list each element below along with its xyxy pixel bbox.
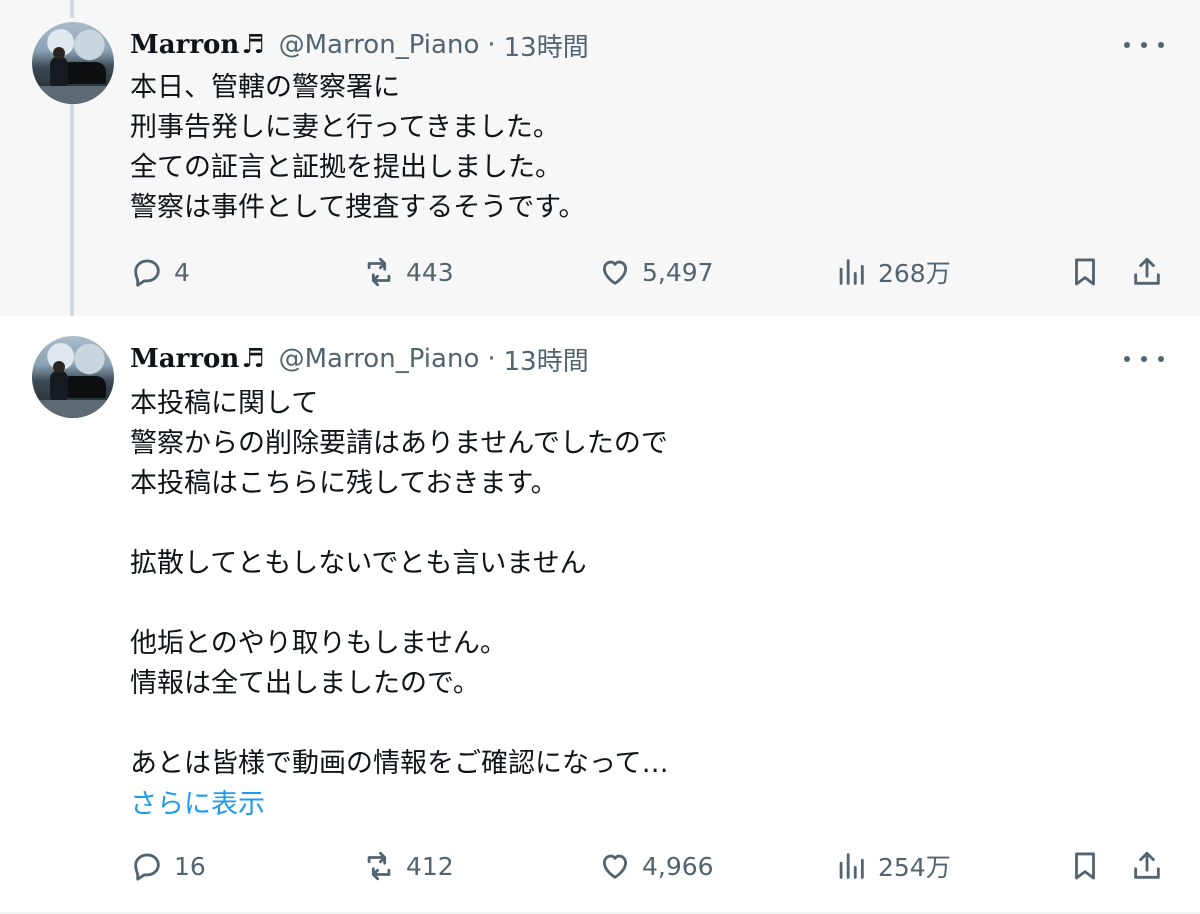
thread-line bbox=[70, 0, 74, 18]
separator-dot: · bbox=[487, 344, 496, 374]
avatar[interactable] bbox=[32, 22, 114, 104]
tweet-header: Marron ♬ @Marron_Piano · 13時間 bbox=[130, 27, 589, 64]
action-bar: 4 443 5,497 268万 bbox=[130, 252, 1170, 292]
bookmark-button[interactable] bbox=[1068, 846, 1102, 886]
reply-icon bbox=[134, 853, 160, 881]
views-count: 268万 bbox=[878, 259, 951, 288]
more-icon[interactable] bbox=[1124, 344, 1164, 374]
music-note-icon: ♬ bbox=[241, 30, 265, 60]
tweet[interactable]: Marron ♬ @Marron_Piano · 13時間 本日、管轄の警察署に… bbox=[0, 0, 1200, 328]
tweet-text: 本日、管轄の警察署に 刑事告発しに妻と行ってきました。 全ての証言と証拠を提出し… bbox=[130, 72, 586, 223]
tweet-text: 本投稿に関して 警察からの削除要請はありませんでしたので 本投稿はこちらに残して… bbox=[130, 388, 669, 779]
retweet-count: 443 bbox=[406, 257, 454, 287]
tweet-header: Marron ♬ @Marron_Piano · 13時間 bbox=[130, 341, 589, 378]
reply-icon bbox=[134, 259, 160, 287]
action-bar: 16 412 4,966 254万 bbox=[130, 846, 1170, 886]
author-handle[interactable]: @Marron_Piano bbox=[279, 30, 480, 60]
retweet-button[interactable]: 443 bbox=[362, 252, 454, 292]
bookmark-icon bbox=[1075, 258, 1095, 286]
like-button[interactable]: 4,966 bbox=[598, 846, 714, 886]
author-name[interactable]: Marron bbox=[130, 30, 239, 60]
retweet-button[interactable]: 412 bbox=[362, 846, 454, 886]
like-count: 5,497 bbox=[642, 257, 714, 287]
show-more-link[interactable]: さらに表示 bbox=[130, 782, 265, 821]
share-button[interactable] bbox=[1130, 846, 1164, 886]
like-icon bbox=[602, 854, 628, 879]
reply-count: 16 bbox=[174, 851, 206, 881]
bookmark-button[interactable] bbox=[1068, 252, 1102, 292]
like-button[interactable]: 5,497 bbox=[598, 252, 714, 292]
views-icon bbox=[839, 853, 864, 879]
share-button[interactable] bbox=[1130, 252, 1164, 292]
bookmark-icon bbox=[1075, 852, 1095, 880]
views-button[interactable]: 268万 bbox=[834, 252, 951, 292]
views-count: 254万 bbox=[878, 853, 951, 882]
timestamp[interactable]: 13時間 bbox=[504, 341, 589, 378]
like-icon bbox=[602, 260, 628, 285]
music-note-icon: ♬ bbox=[241, 344, 265, 374]
views-button[interactable]: 254万 bbox=[834, 846, 951, 886]
author-name[interactable]: Marron bbox=[130, 344, 239, 374]
author-handle[interactable]: @Marron_Piano bbox=[279, 344, 480, 374]
reply-button[interactable]: 4 bbox=[130, 252, 190, 292]
share-icon bbox=[1134, 257, 1160, 285]
views-icon bbox=[839, 259, 864, 285]
thread-line bbox=[70, 104, 74, 328]
retweet-icon bbox=[367, 851, 391, 881]
retweet-count: 412 bbox=[406, 851, 454, 881]
like-count: 4,966 bbox=[642, 851, 714, 881]
reply-count: 4 bbox=[174, 257, 190, 287]
separator-dot: · bbox=[487, 30, 496, 60]
reply-button[interactable]: 16 bbox=[130, 846, 206, 886]
share-icon bbox=[1134, 851, 1160, 879]
timestamp[interactable]: 13時間 bbox=[504, 27, 589, 64]
retweet-icon bbox=[367, 257, 391, 287]
avatar[interactable] bbox=[32, 336, 114, 418]
more-icon[interactable] bbox=[1124, 30, 1164, 60]
tweet[interactable]: Marron ♬ @Marron_Piano · 13時間 本投稿に関して 警察… bbox=[0, 316, 1200, 914]
